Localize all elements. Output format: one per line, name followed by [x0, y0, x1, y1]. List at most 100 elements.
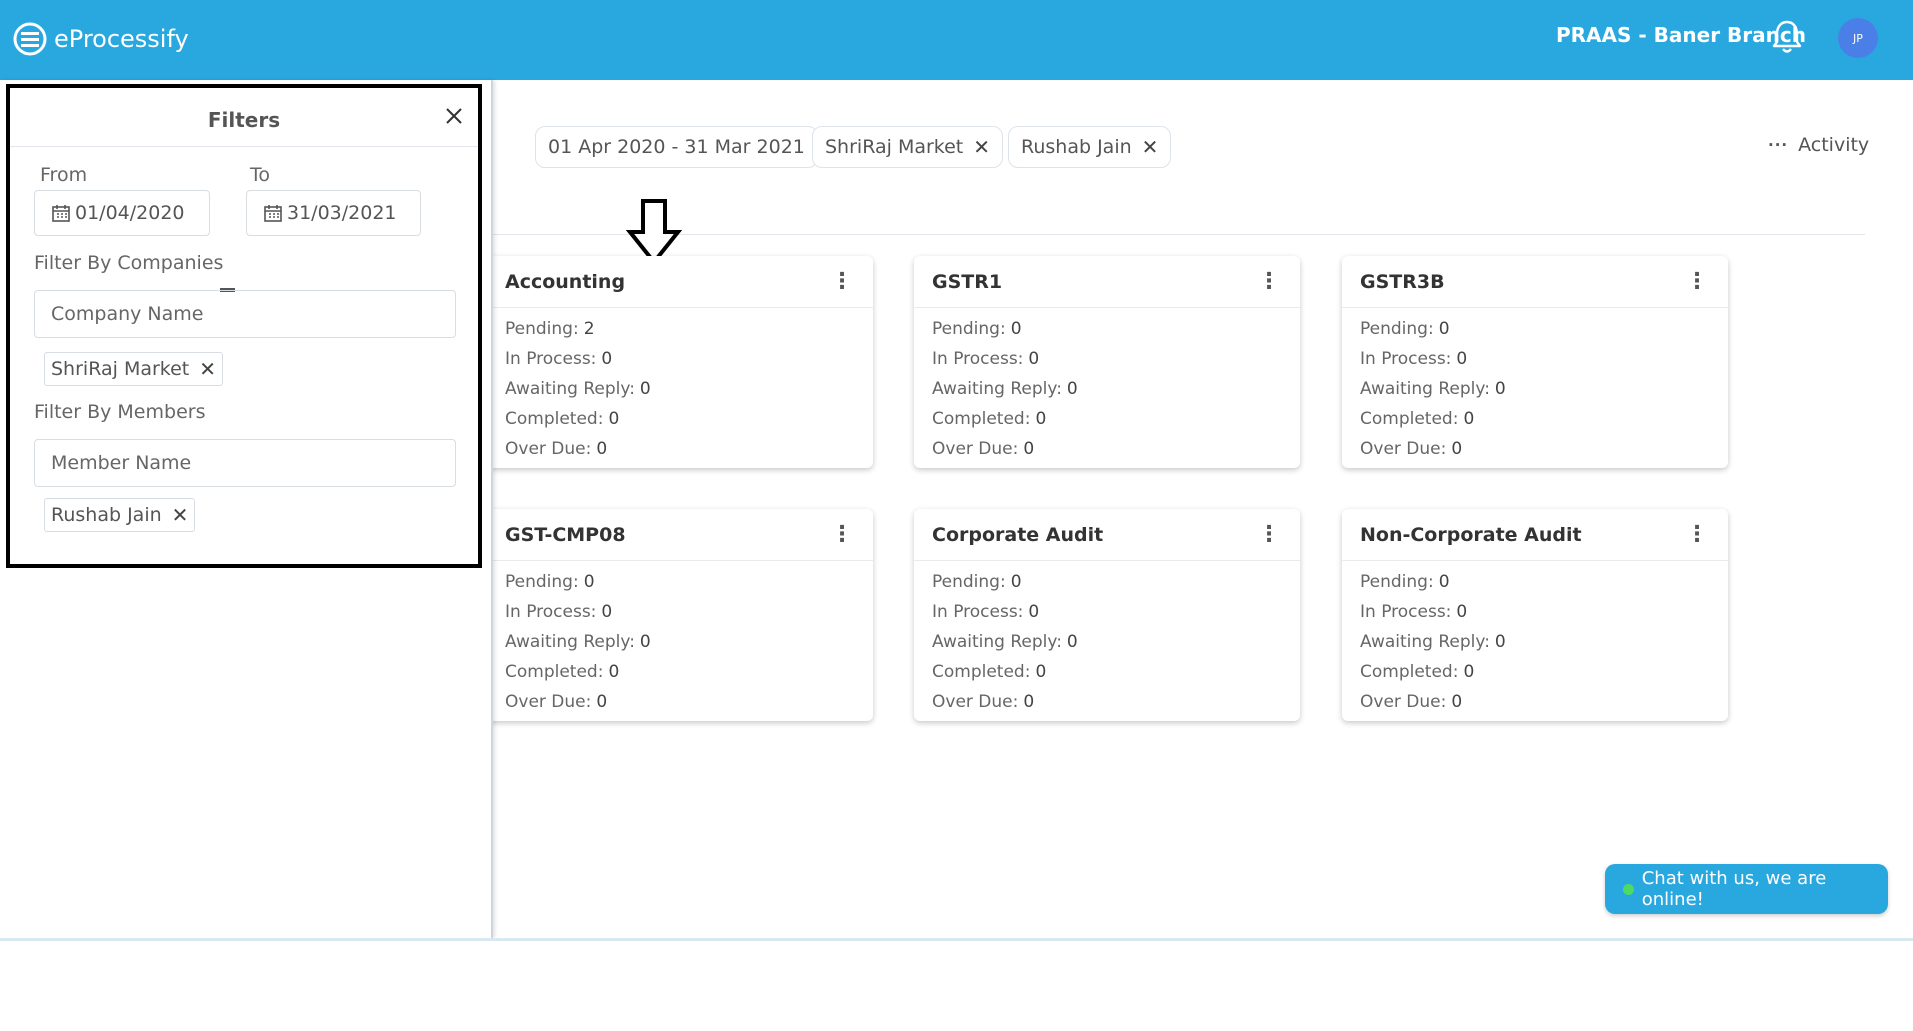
card-header: GST-CMP08 ⋮ [487, 509, 873, 561]
completed-row: Completed: 0 [505, 657, 855, 687]
card-corporate-audit[interactable]: Corporate Audit ⋮ Pending: 0 In Process: 0… [914, 509, 1300, 721]
card-header: Non-Corporate Audit ⋮ [1342, 509, 1728, 561]
row-value: 0 [1456, 349, 1468, 369]
more-vertical-icon[interactable]: ⋮ [831, 270, 853, 293]
close-icon[interactable]: ✕ [1142, 135, 1159, 159]
in-process-row: In Process: 0 [1360, 597, 1710, 627]
row-value: 0 [608, 409, 620, 429]
row-label: Awaiting Reply: [932, 379, 1062, 399]
filters-panel: Filters From To 01/04/2020 31/03/2021 Fi… [6, 84, 482, 568]
more-vertical-icon[interactable]: ⋮ [831, 523, 853, 546]
filter-chip-date-range[interactable]: 01 Apr 2020 - 31 Mar 2021 [535, 126, 818, 168]
card-non-corporate-audit[interactable]: Non-Corporate Audit ⋮ Pending: 0 In Proce… [1342, 509, 1728, 721]
member-tag[interactable]: Rushab Jain ✕ [44, 498, 196, 532]
in-process-row: In Process: 0 [505, 597, 855, 627]
pending-row: Pending: 0 [932, 567, 1282, 597]
over-due-row: Over Due: 0 [932, 434, 1282, 464]
row-value: 2 [583, 319, 595, 339]
row-value: 0 [639, 632, 651, 652]
chat-label: Chat with us, we are online! [1641, 868, 1827, 910]
chat-widget-button[interactable]: Chat with us, we are online! [1605, 864, 1888, 914]
from-date-field[interactable]: 01/04/2020 [34, 190, 210, 236]
row-label: Pending: [932, 572, 1006, 592]
close-icon[interactable]: ✕ [973, 135, 990, 159]
over-due-row: Over Due: 0 [932, 687, 1282, 717]
app-logo[interactable]: eProcessify [12, 21, 189, 57]
in-process-row: In Process: 0 [932, 597, 1282, 627]
top-bar: eProcessify PRAAS - Baner Branch JP [0, 0, 1913, 80]
in-process-row: In Process: 0 [1360, 344, 1710, 374]
close-icon[interactable] [444, 106, 464, 130]
card-accounting[interactable]: Accounting ⋮ Pending: 2 In Process: 0 Awai… [487, 256, 873, 468]
filters-title: Filters [207, 108, 281, 132]
awaiting-reply-row: Awaiting Reply: 0 [932, 627, 1282, 657]
over-due-row: Over Due: 0 [1360, 434, 1710, 464]
close-icon[interactable]: ✕ [172, 503, 189, 527]
calendar-icon [52, 205, 70, 222]
more-vertical-icon[interactable]: ⋮ [1258, 270, 1280, 293]
row-label: In Process: [505, 349, 597, 369]
row-label: Awaiting Reply: [505, 379, 635, 399]
filter-chip-member[interactable]: Rushab Jain ✕ [1008, 126, 1172, 168]
card-gst-cmp08[interactable]: GST-CMP08 ⋮ Pending: 0 In Process: 0 Await… [487, 509, 873, 721]
bell-icon[interactable] [1771, 19, 1803, 59]
row-value: 0 [1035, 409, 1047, 429]
row-value: 0 [1463, 409, 1475, 429]
companies-label: Filter By Companies [34, 252, 224, 274]
to-date-value: 31/03/2021 [287, 202, 397, 224]
awaiting-reply-row: Awaiting Reply: 0 [1360, 374, 1710, 404]
company-tag[interactable]: ShriRaj Market ✕ [44, 352, 224, 386]
card-gstr1[interactable]: GSTR1 ⋮ Pending: 0 In Process: 0 Awaiting … [914, 256, 1300, 468]
awaiting-reply-row: Awaiting Reply: 0 [932, 374, 1282, 404]
divider [490, 234, 1865, 235]
close-icon[interactable]: ✕ [199, 357, 216, 381]
to-date-field[interactable]: 31/03/2021 [246, 190, 421, 236]
row-value: 0 [1066, 379, 1078, 399]
row-value: 0 [1035, 662, 1047, 682]
company-search-input[interactable]: Company Name [34, 290, 456, 338]
card-body: Pending: 0 In Process: 0 Awaiting Reply: 0 … [1342, 308, 1728, 470]
row-label: Over Due: [1360, 439, 1447, 459]
company-placeholder: Company Name [51, 303, 204, 325]
row-label: Pending: [1360, 319, 1434, 339]
more-vertical-icon[interactable]: ⋮ [1686, 523, 1708, 546]
member-search-input[interactable]: Member Name [34, 439, 456, 487]
divider [10, 146, 478, 147]
row-label: Completed: [505, 662, 604, 682]
row-value: 0 [601, 602, 613, 622]
row-value: 0 [596, 692, 608, 712]
card-body: Pending: 0 In Process: 0 Awaiting Reply: 0 … [1342, 561, 1728, 723]
more-vertical-icon[interactable]: ⋮ [1686, 270, 1708, 293]
row-value: 0 [1451, 439, 1463, 459]
completed-row: Completed: 0 [1360, 657, 1710, 687]
app-name: eProcessify [54, 25, 189, 53]
from-date-value: 01/04/2020 [75, 202, 185, 224]
branch-name[interactable]: PRAAS - Baner Branch [1556, 23, 1806, 47]
in-process-row: In Process: 0 [932, 344, 1282, 374]
filter-chip-company[interactable]: ShriRaj Market ✕ [812, 126, 1004, 168]
row-label: Completed: [932, 662, 1031, 682]
row-label: In Process: [932, 349, 1024, 369]
row-label: Completed: [1360, 662, 1459, 682]
activity-label: Activity [1798, 134, 1870, 156]
card-header: Accounting ⋮ [487, 256, 873, 308]
calendar-icon [264, 205, 282, 222]
card-body: Pending: 2 In Process: 0 Awaiting Reply: 0 … [487, 308, 873, 470]
row-label: Completed: [932, 409, 1031, 429]
card-title: Corporate Audit [932, 523, 1104, 546]
tag-label: Rushab Jain [51, 504, 162, 526]
pending-row: Pending: 0 [505, 567, 855, 597]
more-vertical-icon[interactable]: ⋮ [1258, 523, 1280, 546]
chip-label: ShriRaj Market [825, 136, 964, 158]
row-label: Over Due: [505, 439, 592, 459]
chip-label: 01 Apr 2020 - 31 Mar 2021 [548, 136, 805, 158]
card-title: GSTR1 [932, 270, 1003, 293]
card-gstr3b[interactable]: GSTR3B ⋮ Pending: 0 In Process: 0 Awaiting… [1342, 256, 1728, 468]
row-value: 0 [639, 379, 651, 399]
user-avatar[interactable]: JP [1838, 18, 1878, 58]
awaiting-reply-row: Awaiting Reply: 0 [505, 374, 855, 404]
row-label: In Process: [1360, 349, 1452, 369]
activity-button[interactable]: ··· Activity [1768, 134, 1869, 156]
row-value: 0 [583, 572, 595, 592]
row-label: Pending: [1360, 572, 1434, 592]
